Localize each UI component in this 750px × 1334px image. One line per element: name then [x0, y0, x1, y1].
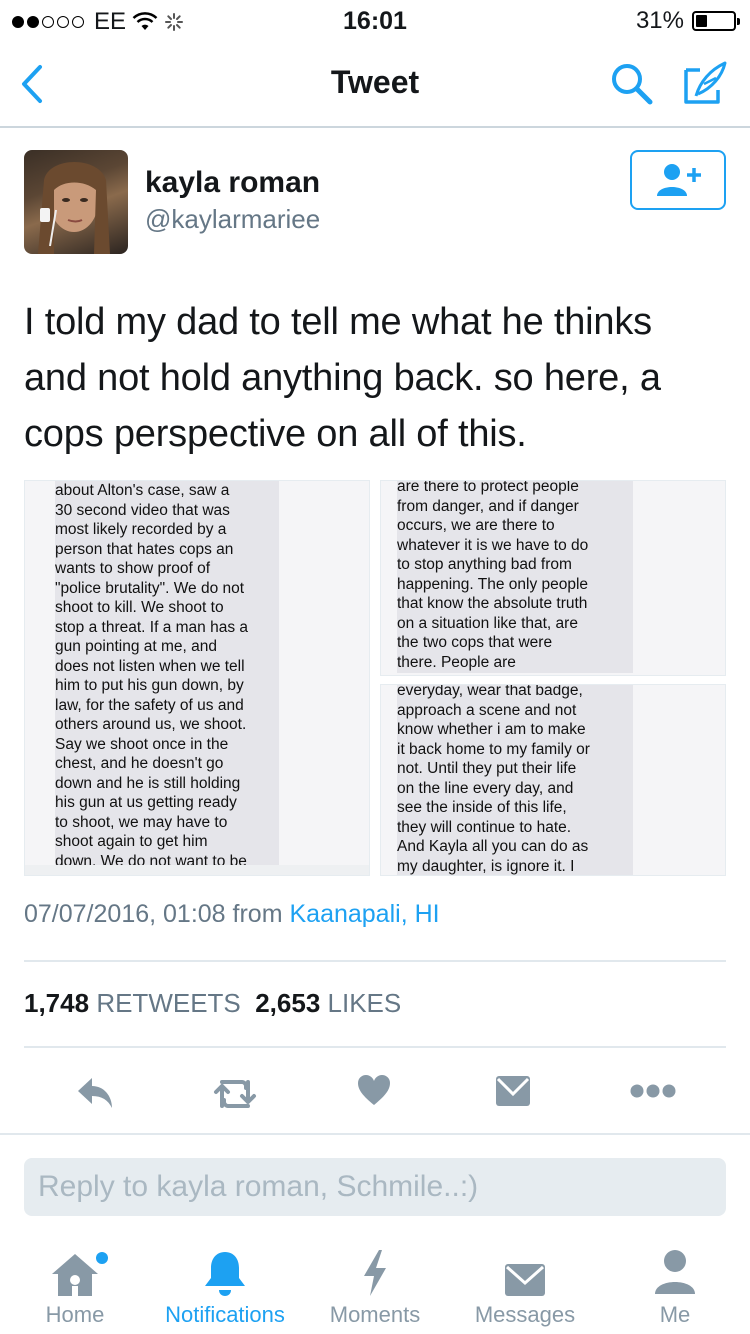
tweet-actions [0, 1068, 750, 1118]
message-screenshot-text: about Alton's case, saw a 30 second vide… [55, 481, 279, 870]
tab-bar: Home Notifications Moments Messages Me [0, 1240, 750, 1334]
location-link[interactable]: Kaanapali, HI [289, 900, 439, 928]
tab-label: Home [45, 1302, 105, 1327]
divider [0, 1133, 750, 1135]
tab-me[interactable]: Me [600, 1240, 750, 1328]
tweet-media[interactable]: about Alton's case, saw a 30 second vide… [24, 480, 726, 876]
message-screenshot-text: are there to protect people from danger,… [397, 481, 633, 673]
navigation-bar: Tweet [0, 40, 750, 128]
divider [24, 1046, 726, 1048]
divider [24, 960, 726, 962]
tweet-timestamp: 07/07/2016, 01:08 from Kaanapali, HI [24, 900, 440, 929]
battery-percentage: 31% [635, 7, 684, 34]
avatar[interactable] [24, 150, 128, 254]
person-icon [600, 1240, 750, 1298]
new-content-dot [96, 1252, 108, 1264]
media-image-left[interactable]: about Alton's case, saw a 30 second vide… [24, 480, 370, 876]
reply-input[interactable]: Reply to kayla roman, Schmile..:) [24, 1158, 726, 1216]
retweet-icon[interactable] [212, 1078, 258, 1110]
tweet-text: I told my dad to tell me what he thinks … [24, 301, 661, 455]
tab-notifications[interactable]: Notifications [150, 1240, 300, 1328]
message-screenshot-text: everyday, wear that badge, approach a sc… [397, 685, 633, 875]
retweets-label[interactable]: RETWEETS [96, 988, 240, 1018]
direct-message-icon[interactable] [494, 1074, 532, 1108]
likes-label[interactable]: LIKES [328, 988, 402, 1018]
add-user-icon [657, 164, 701, 196]
retweets-count[interactable]: 1,748 [24, 988, 89, 1018]
media-image-bottom-right[interactable]: everyday, wear that badge, approach a sc… [380, 684, 726, 876]
tab-moments[interactable]: Moments [300, 1240, 450, 1328]
follow-button[interactable] [630, 150, 726, 210]
home-icon [0, 1240, 150, 1298]
battery-area: 31% [635, 7, 740, 35]
search-icon[interactable] [610, 62, 654, 106]
tab-label: Messages [474, 1302, 576, 1327]
likes-count[interactable]: 2,653 [255, 988, 320, 1018]
reply-icon[interactable] [76, 1076, 116, 1110]
battery-level [696, 15, 708, 27]
like-heart-icon[interactable] [357, 1074, 391, 1106]
media-image-top-right[interactable]: are there to protect people from danger,… [380, 480, 726, 676]
tab-label: Me [659, 1302, 691, 1327]
author-handle[interactable]: @kaylarmariee [145, 204, 320, 235]
battery-icon [692, 11, 740, 31]
tab-home[interactable]: Home [0, 1240, 150, 1328]
timestamp-text: 07/07/2016, 01:08 from [24, 900, 283, 928]
tab-messages[interactable]: Messages [450, 1240, 600, 1328]
tab-label: Notifications [165, 1302, 285, 1327]
lightning-icon [300, 1240, 450, 1298]
envelope-icon [450, 1240, 600, 1298]
tab-label: Moments [329, 1302, 421, 1327]
tweet-stats: 1,748 RETWEETS 2,653 LIKES [24, 988, 401, 1019]
author-name[interactable]: kayla roman [145, 166, 320, 200]
status-bar: EE 16:01 31% [0, 0, 750, 40]
compose-tweet-icon[interactable] [682, 60, 728, 106]
bell-icon [150, 1240, 300, 1298]
more-options-icon[interactable] [630, 1084, 676, 1098]
